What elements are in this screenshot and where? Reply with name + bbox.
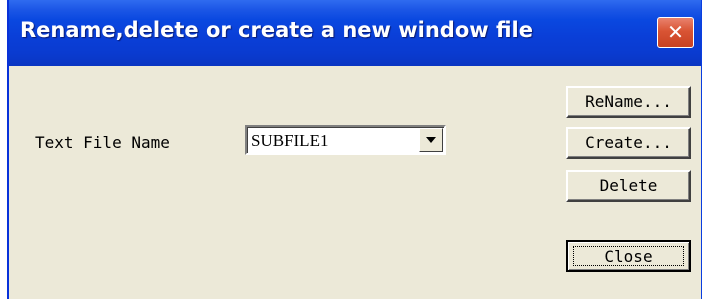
file-name-label: Text File Name bbox=[35, 133, 170, 152]
rename-button[interactable]: ReName... bbox=[566, 86, 691, 118]
rename-dialog: Rename,delete or create a new window fil… bbox=[7, 0, 702, 299]
create-button[interactable]: Create... bbox=[566, 127, 691, 159]
close-icon[interactable]: ✕ bbox=[657, 17, 694, 48]
close-button[interactable]: Close bbox=[566, 240, 691, 272]
delete-button[interactable]: Delete bbox=[566, 170, 691, 202]
file-name-value: SUBFILE1 bbox=[251, 131, 329, 150]
title-bar[interactable]: Rename,delete or create a new window fil… bbox=[9, 0, 701, 66]
window-title: Rename,delete or create a new window fil… bbox=[20, 18, 533, 42]
chevron-down-icon[interactable] bbox=[419, 128, 443, 152]
file-name-combobox[interactable]: SUBFILE1 bbox=[245, 125, 446, 155]
close-button-label: Close bbox=[573, 246, 684, 266]
